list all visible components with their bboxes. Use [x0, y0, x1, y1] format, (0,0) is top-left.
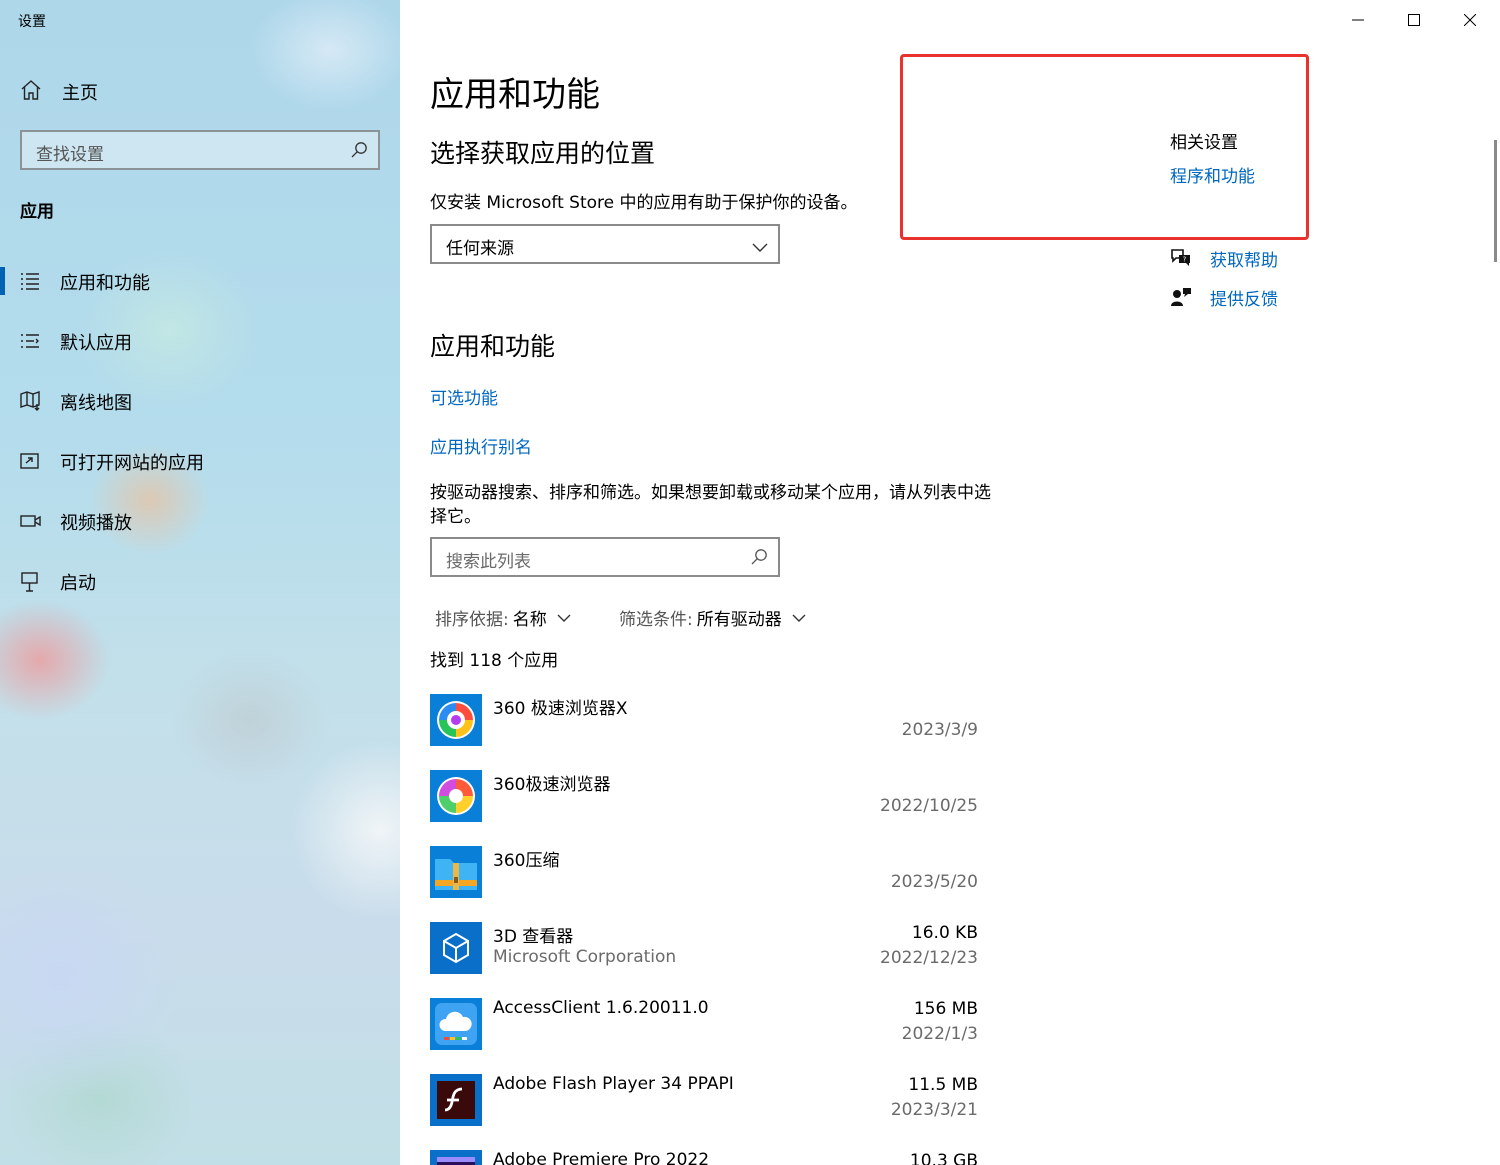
- window-title: 设置: [18, 14, 46, 30]
- page-title: 应用和功能: [430, 75, 600, 115]
- app-execution-alias-link[interactable]: 应用执行别名: [430, 433, 532, 458]
- app-list-search-input[interactable]: 搜索此列表: [430, 537, 780, 577]
- sidebar-section-title: 应用: [20, 202, 54, 222]
- programs-and-features-link[interactable]: 程序和功能: [1170, 162, 1255, 187]
- app-name: Adobe Flash Player 34 PPAPI: [493, 1074, 734, 1094]
- app-list-item[interactable]: AccessClient 1.6.20011.0 156 MB 2022/1/3: [430, 998, 980, 1058]
- related-settings-title: 相关设置: [1170, 133, 1238, 153]
- apps-found-count: 找到 118 个应用: [430, 651, 559, 671]
- home-icon: [20, 79, 42, 105]
- apps-list-description: 按驱动器搜索、排序和筛选。如果想要卸载或移动某个应用，请从列表中选择它。: [430, 483, 991, 527]
- apps-for-websites-icon: [20, 451, 40, 475]
- sort-by-dropdown[interactable]: 排序依据: 名称: [435, 605, 571, 630]
- 360-browser-icon: [430, 770, 482, 822]
- apps-features-icon: [20, 271, 40, 295]
- chevron-down-icon: [752, 238, 768, 257]
- app-publisher: Microsoft Corporation: [493, 947, 677, 967]
- 3d-viewer-icon: [430, 922, 482, 974]
- filter-by-value: 所有驱动器: [696, 610, 782, 630]
- sidebar-item-video-playback[interactable]: 视频播放: [0, 496, 400, 546]
- sort-by-label: 排序依据:: [435, 610, 509, 630]
- sidebar-item-label: 默认应用: [60, 333, 132, 354]
- app-name: 360极速浏览器: [493, 775, 611, 795]
- sidebar-item-label: 可打开网站的应用: [60, 453, 204, 474]
- premiere-pro-icon: [430, 1150, 482, 1165]
- apps-features-heading: 应用和功能: [430, 332, 556, 361]
- app-install-date: 2022/10/25: [880, 796, 978, 816]
- app-source-value: 任何来源: [446, 239, 514, 259]
- 360-zip-icon: [430, 846, 482, 898]
- app-size: 11.5 MB: [908, 1075, 978, 1095]
- sidebar-item-label: 离线地图: [60, 393, 132, 414]
- sidebar-item-apps-for-websites[interactable]: 可打开网站的应用: [0, 436, 400, 486]
- search-icon[interactable]: [350, 141, 368, 163]
- sidebar-item-label: 视频播放: [60, 513, 132, 534]
- settings-search-placeholder: 查找设置: [36, 145, 104, 165]
- app-list-item[interactable]: Adobe Flash Player 34 PPAPI 11.5 MB 2023…: [430, 1074, 980, 1134]
- chat-help-icon: ?: [1170, 248, 1192, 272]
- app-install-date: 2022/12/23: [880, 948, 978, 968]
- sort-by-value: 名称: [512, 610, 547, 630]
- scrollbar[interactable]: [1494, 140, 1497, 262]
- app-name: AccessClient 1.6.20011.0: [493, 998, 709, 1018]
- app-install-date: 2023/3/9: [901, 720, 978, 740]
- offline-maps-icon: [20, 391, 42, 415]
- chevron-down-icon: [557, 608, 571, 628]
- app-list-item[interactable]: 3D 查看器 Microsoft Corporation 16.0 KB 202…: [430, 922, 980, 982]
- sidebar: 设置 主页 查找设置 应用 应用和功能 默认应用 离线地图 可打开网站的应用 视…: [0, 0, 400, 1165]
- sidebar-item-apps-features[interactable]: 应用和功能: [0, 256, 400, 306]
- sidebar-item-label: 启动: [60, 573, 96, 594]
- feedback-person-icon: [1170, 287, 1192, 311]
- app-install-date: 2022/1/3: [901, 1024, 978, 1044]
- app-list-search-placeholder: 搜索此列表: [446, 552, 531, 572]
- home-nav-item[interactable]: 主页: [20, 79, 98, 105]
- app-list-item[interactable]: 360压缩 2023/5/20: [430, 846, 980, 906]
- default-apps-icon: [20, 331, 40, 355]
- app-list-item[interactable]: 360极速浏览器 2022/10/25: [430, 770, 980, 830]
- app-name: 360 极速浏览器X: [493, 699, 628, 719]
- home-label: 主页: [62, 83, 98, 104]
- filter-by-label: 筛选条件:: [619, 610, 693, 630]
- app-install-date: 2023/3/21: [890, 1100, 978, 1120]
- search-icon[interactable]: [750, 548, 768, 570]
- sidebar-item-offline-maps[interactable]: 离线地图: [0, 376, 400, 426]
- give-feedback-link[interactable]: 提供反馈: [1170, 287, 1278, 311]
- 360-browser-x-icon: [430, 694, 482, 746]
- get-help-link[interactable]: ? 获取帮助: [1170, 248, 1278, 272]
- install-location-heading: 选择获取应用的位置: [430, 139, 656, 168]
- chevron-down-icon: [792, 608, 806, 628]
- give-feedback-label: 提供反馈: [1210, 290, 1278, 310]
- optional-features-link[interactable]: 可选功能: [430, 384, 498, 409]
- app-install-date: 2023/5/20: [890, 872, 978, 892]
- app-source-dropdown[interactable]: 任何来源: [430, 224, 780, 264]
- startup-icon: [20, 571, 40, 597]
- app-name: 360压缩: [493, 851, 560, 871]
- video-playback-icon: [20, 511, 42, 535]
- accessclient-icon: [430, 998, 482, 1050]
- app-size: 156 MB: [913, 999, 978, 1019]
- app-list-item[interactable]: 360 极速浏览器X 2023/3/9: [430, 694, 980, 754]
- sidebar-item-startup[interactable]: 启动: [0, 556, 400, 606]
- install-location-description: 仅安装 Microsoft Store 中的应用有助于保护你的设备。: [430, 193, 858, 213]
- app-name: 3D 查看器: [493, 927, 574, 947]
- sidebar-item-label: 应用和功能: [60, 273, 150, 294]
- app-size: 10.3 GB: [909, 1151, 978, 1165]
- filter-by-dropdown[interactable]: 筛选条件: 所有驱动器: [619, 605, 806, 630]
- flash-player-icon: [430, 1074, 482, 1126]
- sidebar-item-default-apps[interactable]: 默认应用: [0, 316, 400, 366]
- app-name: Adobe Premiere Pro 2022: [493, 1150, 710, 1165]
- app-list-item[interactable]: Adobe Premiere Pro 2022 10.3 GB: [430, 1150, 980, 1165]
- highlight-box: [900, 54, 1309, 240]
- app-size: 16.0 KB: [911, 923, 978, 943]
- svg-text:?: ?: [1183, 256, 1187, 264]
- get-help-label: 获取帮助: [1210, 251, 1278, 271]
- settings-search-input[interactable]: 查找设置: [20, 130, 380, 170]
